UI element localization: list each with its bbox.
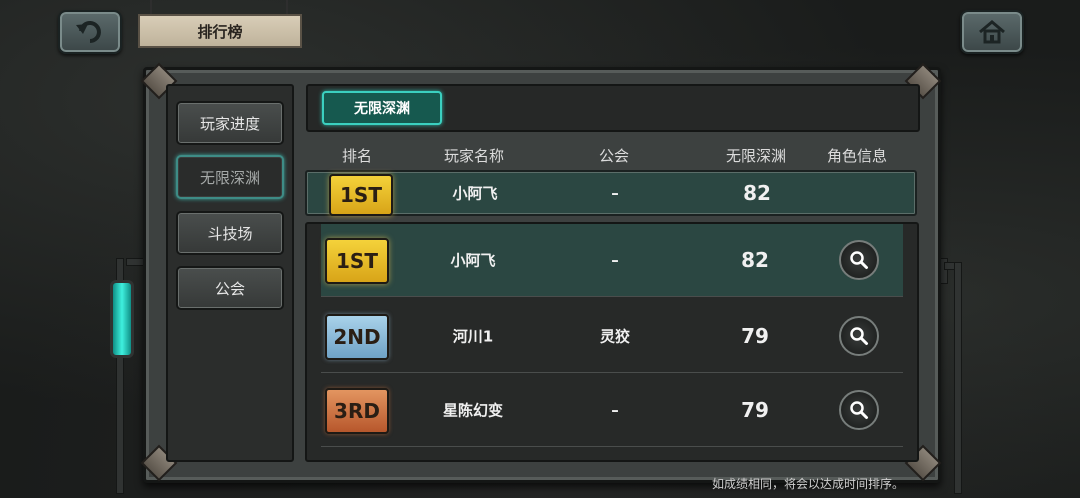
guild-name: –: [611, 401, 619, 419]
sign-chain: [150, 0, 152, 14]
search-icon: [850, 401, 868, 419]
search-icon: [850, 251, 868, 269]
score: 79: [741, 398, 769, 422]
table-row: 2ND 河川1 灵狡 79: [321, 300, 903, 373]
guild-name: –: [611, 184, 619, 202]
sidebar-item-arena[interactable]: 斗技场: [176, 211, 284, 255]
pipe: [954, 262, 962, 494]
header-character-info: 角色信息: [826, 147, 888, 165]
rank-label: 2ND: [333, 325, 381, 349]
guild-name: 灵狡: [599, 327, 631, 346]
player-name: 星陈幻变: [442, 401, 504, 420]
pipe: [116, 352, 124, 494]
rank-badge-gold: 1ST: [325, 238, 389, 284]
header-score: 无限深渊: [725, 147, 787, 165]
view-character-button[interactable]: [839, 316, 879, 356]
sidebar-item-player-progress[interactable]: 玩家进度: [176, 101, 284, 145]
tab-infinite-abyss[interactable]: 无限深渊: [322, 91, 442, 125]
sidebar-item-infinite-abyss[interactable]: 无限深渊: [176, 155, 284, 199]
view-character-button[interactable]: [839, 240, 879, 280]
view-character-button[interactable]: [839, 390, 879, 430]
rank-label: 1ST: [340, 183, 382, 207]
leaderboard-list[interactable]: 1ST 小阿飞 – 82 2ND 河川1 灵狡 79 3RD 星陈幻变 – 79: [305, 222, 919, 462]
header-guild: 公会: [598, 147, 630, 165]
energy-tube: [110, 280, 134, 358]
header-rank: 排名: [341, 147, 373, 165]
rank-label: 1ST: [336, 249, 378, 273]
sidebar-item-guild[interactable]: 公会: [176, 266, 284, 310]
score: 82: [743, 181, 771, 205]
home-button[interactable]: [960, 10, 1024, 54]
page-title: 排行榜: [138, 14, 302, 48]
player-name: 小阿飞: [450, 251, 496, 270]
score: 79: [741, 324, 769, 348]
back-button[interactable]: [58, 10, 122, 54]
guild-name: –: [611, 251, 619, 269]
score: 82: [741, 248, 769, 272]
player-name: 小阿飞: [452, 184, 498, 203]
back-arrow-icon: [76, 21, 101, 43]
rank-badge-silver: 2ND: [325, 314, 389, 360]
rank-label: 3RD: [334, 399, 380, 423]
home-icon: [979, 20, 1005, 44]
rank-badge-bronze: 3RD: [325, 388, 389, 434]
my-rank-row: 1ST 小阿飞 – 82: [305, 170, 917, 216]
tie-break-note: 如成绩相同，将会以达成时间排序。: [711, 477, 904, 491]
player-name: 河川1: [452, 327, 494, 346]
rank-badge-gold: 1ST: [329, 174, 393, 216]
table-row: 3RD 星陈幻变 – 79: [321, 374, 903, 447]
search-icon: [850, 327, 868, 345]
sign-chain: [286, 0, 288, 14]
table-row: 1ST 小阿飞 – 82: [321, 224, 903, 297]
header-player-name: 玩家名称: [443, 147, 505, 165]
